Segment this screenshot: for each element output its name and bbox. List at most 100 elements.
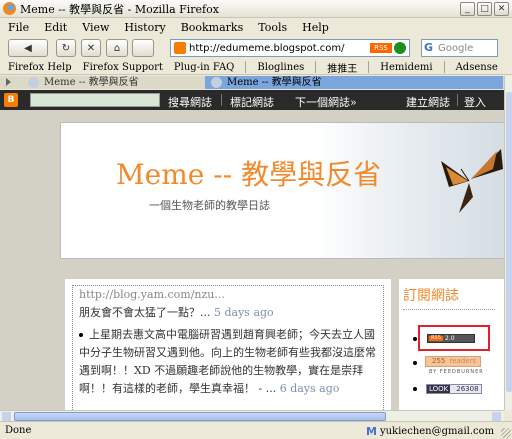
tab-label: Meme -- 教學與反省 bbox=[44, 77, 139, 88]
menu-file[interactable]: File bbox=[8, 21, 29, 34]
sign-in-link[interactable]: 登入 bbox=[464, 94, 486, 110]
window-controls: _ □ ✕ bbox=[460, 2, 509, 16]
status-email: yukiechen@gmail.com bbox=[379, 426, 495, 437]
rank-badge[interactable]: LOOK 26308 bbox=[426, 384, 482, 394]
bookmark-plugin-faq[interactable]: Plug-in FAQ bbox=[174, 62, 234, 73]
bookmark-adsense[interactable]: Adsense bbox=[456, 62, 498, 73]
rss-feed-icon[interactable]: RSS bbox=[370, 43, 392, 53]
gmail-icon: M bbox=[366, 425, 377, 438]
gmail-notifier[interactable]: M yukiechen@gmail.com bbox=[366, 425, 494, 438]
feed-count: 255 bbox=[432, 357, 446, 365]
menu-help[interactable]: Help bbox=[302, 21, 329, 34]
reload-button[interactable]: ↻ bbox=[56, 39, 76, 57]
rank-label: LOOK bbox=[427, 385, 451, 393]
rank-value: 26308 bbox=[456, 385, 479, 393]
stop-button[interactable]: ✕ bbox=[81, 39, 101, 57]
tab-meme-2-active[interactable]: Meme -- 教學與反省 bbox=[205, 76, 503, 89]
firefox-logo-icon bbox=[3, 2, 16, 15]
close-button[interactable]: ✕ bbox=[494, 2, 509, 16]
subscribe-title: 訂閱網誌 bbox=[403, 288, 459, 304]
list-item: 上星期去惠文高中電腦研習遇到趙育興老師；今天去立人國中分子生物研習又遇到他。向上… bbox=[79, 326, 377, 398]
main-column: http://blog.yam.com/nzu... 朋友會不會太猛了一點？..… bbox=[65, 279, 391, 410]
next-blog-button[interactable]: 下一個網誌» bbox=[295, 94, 357, 110]
scroll-right-arrow-icon[interactable] bbox=[492, 412, 501, 421]
back-button[interactable]: ◀ bbox=[8, 39, 48, 57]
feedburner-credit: BY FEEDBURNER bbox=[429, 369, 484, 375]
sidebar: 訂閱網誌 RSS 2.0 255 readers BY FEEDBURNER LO… bbox=[399, 279, 504, 410]
status-bar: Done M yukiechen@gmail.com bbox=[0, 421, 512, 439]
bookmark-tuituiwang[interactable]: 推推王 bbox=[327, 60, 357, 75]
bookmark-firefox-help[interactable]: Firefox Help bbox=[8, 62, 72, 73]
horizontal-scroll-thumb[interactable] bbox=[14, 412, 386, 421]
tab-label: Meme -- 教學與反省 bbox=[227, 77, 322, 88]
bookmark-separator bbox=[315, 61, 317, 73]
horizontal-scrollbar[interactable] bbox=[0, 410, 504, 421]
blogger-logo-icon[interactable]: B bbox=[4, 93, 18, 107]
bookmarks-toolbar: Firefox Help Firefox Support Plug-in FAQ… bbox=[0, 60, 512, 75]
post-timestamp[interactable]: 5 days ago bbox=[214, 306, 274, 319]
butterfly-image bbox=[441, 149, 503, 213]
tab-meme-1[interactable]: Meme -- 教學與反省 bbox=[22, 76, 202, 89]
feedburner-count-badge[interactable]: 255 readers bbox=[425, 356, 481, 367]
menu-bookmarks[interactable]: Bookmarks bbox=[181, 21, 244, 34]
blog-title[interactable]: Meme -- 教學與反省 bbox=[116, 153, 381, 193]
bookmark-bloglines[interactable]: Bloglines bbox=[257, 62, 304, 73]
bookmark-hemidemi[interactable]: Hemidemi bbox=[380, 62, 432, 73]
menu-tools[interactable]: Tools bbox=[258, 21, 287, 34]
vertical-scroll-thumb[interactable] bbox=[506, 92, 512, 392]
tab-favicon-icon bbox=[211, 77, 222, 88]
rss-version: 2.0 bbox=[445, 335, 455, 342]
bookmark-firefox-support[interactable]: Firefox Support bbox=[83, 62, 163, 73]
flag-blog-button[interactable]: 標記網誌 bbox=[230, 94, 274, 110]
post-timestamp[interactable]: 6 days ago bbox=[280, 382, 340, 395]
blogger-navbar: B 搜尋網誌 標記網誌 下一個網誌» 建立網誌 登入 bbox=[0, 90, 504, 110]
search-placeholder: Google bbox=[438, 42, 474, 54]
bookmark-separator bbox=[368, 61, 370, 73]
bullet-icon bbox=[79, 333, 83, 337]
menu-history[interactable]: History bbox=[124, 21, 165, 34]
post-url-fragment[interactable]: http://blog.yam.com/nzu... bbox=[79, 288, 225, 301]
status-text: Done bbox=[5, 425, 32, 436]
tab-scroll-arrow-icon[interactable] bbox=[6, 78, 11, 86]
bullet-icon bbox=[413, 387, 417, 391]
rss-badge: RSS bbox=[429, 336, 443, 341]
blog-description: 一個生物老師的教學日誌 bbox=[149, 199, 270, 212]
feed-count-label: readers bbox=[449, 357, 476, 365]
menu-bar: File Edit View History Bookmarks Tools H… bbox=[0, 18, 512, 36]
scroll-left-arrow-icon[interactable] bbox=[2, 412, 11, 421]
blog-search-input[interactable] bbox=[30, 93, 160, 107]
home-button[interactable]: ⌂ bbox=[106, 39, 128, 57]
rss-subscribe-button[interactable]: RSS 2.0 bbox=[427, 334, 475, 343]
post-snippet: 朋友會不會太猛了一點？... bbox=[79, 306, 211, 319]
bullet-icon bbox=[413, 337, 417, 341]
go-icon[interactable] bbox=[394, 42, 406, 54]
rss-highlight-box: RSS 2.0 bbox=[418, 325, 490, 351]
minimize-button[interactable]: _ bbox=[460, 2, 475, 16]
google-search-icon[interactable]: G bbox=[424, 42, 436, 54]
resize-grip-icon[interactable] bbox=[501, 428, 511, 438]
site-favicon-icon bbox=[174, 42, 186, 54]
navbar-separator bbox=[221, 94, 222, 106]
url-bar[interactable]: http://edumeme.blogspot.com/ RSS bbox=[170, 39, 410, 57]
window-title: Meme -- 教學與反省 - Mozilla Firefox bbox=[20, 2, 219, 16]
maximize-button[interactable]: □ bbox=[477, 2, 492, 16]
vertical-scrollbar[interactable] bbox=[504, 76, 512, 410]
url-text[interactable]: http://edumeme.blogspot.com/ bbox=[189, 43, 370, 54]
page-content: Meme -- 教學與反省 一個生物老師的教學日誌 http://blog.ya… bbox=[0, 110, 504, 410]
tab-bar: Meme -- 教學與反省 Meme -- 教學與反省 bbox=[0, 76, 512, 89]
bullet-icon bbox=[413, 361, 417, 365]
recent-posts-list: http://blog.yam.com/nzu... 朋友會不會太猛了一點？..… bbox=[72, 285, 384, 410]
search-input[interactable]: G Google bbox=[421, 39, 498, 57]
toolbar-extra-button[interactable] bbox=[132, 39, 154, 57]
navbar-separator bbox=[457, 94, 458, 106]
list-item: 朋友會不會太猛了一點？... 5 days ago bbox=[79, 304, 377, 322]
bookmark-separator bbox=[443, 61, 445, 73]
bookmark-separator bbox=[245, 61, 247, 73]
navigation-toolbar: ◀ ↻ ✕ ⌂ http://edumeme.blogspot.com/ RSS… bbox=[0, 36, 512, 60]
tab-favicon-icon bbox=[28, 77, 39, 88]
menu-edit[interactable]: Edit bbox=[44, 21, 67, 34]
menu-view[interactable]: View bbox=[82, 21, 109, 34]
create-blog-link[interactable]: 建立網誌 bbox=[406, 94, 450, 110]
search-blog-button[interactable]: 搜尋網誌 bbox=[168, 94, 212, 110]
list-item: http://blog.yam.com/nzu... bbox=[79, 286, 377, 304]
